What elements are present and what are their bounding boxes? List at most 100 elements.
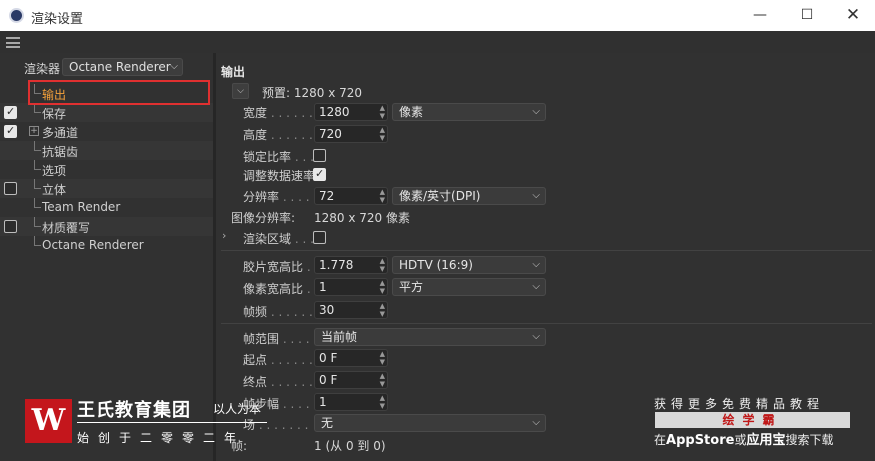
tree-connector [34, 160, 41, 170]
expand-plus-icon[interactable]: + [29, 126, 39, 136]
frame-rate-input[interactable]: 30 ▲ ▼ [314, 301, 388, 319]
tree-item-save[interactable]: 保存 [0, 103, 213, 122]
lock-ratio-label-text: 锁定比率 [243, 150, 292, 164]
pixel-aspect-value: 1 [319, 280, 327, 294]
leader-dots: . . . . [279, 332, 310, 346]
watermark-brand-banner: 绘学霸 [655, 412, 850, 428]
width-label-text: 宽度 [243, 106, 268, 120]
end-frame-value: 0 F [319, 373, 338, 387]
spinner-arrows-icon[interactable]: ▲ ▼ [380, 104, 385, 120]
download-app: 应用宝 [746, 433, 786, 448]
image-resolution-label: 图像分辨率: [231, 211, 296, 225]
render-region-label: 渲染区域 . . . [243, 230, 314, 247]
download-suffix: 搜索下载 [785, 433, 834, 447]
tree-item-multipass[interactable]: + 多通道 [0, 122, 213, 141]
resolution-unit-dropdown[interactable]: 像素/英寸(DPI) ⌵ [392, 187, 546, 205]
renderer-dropdown[interactable]: Octane Renderer ⌵ [62, 58, 183, 76]
tree-item-stereo[interactable]: 立体 [0, 179, 213, 198]
leader-dots: . . . . [279, 397, 310, 411]
frame-range-label: 帧范围 . . . . [243, 330, 310, 347]
hamburger-menu-icon[interactable] [6, 37, 20, 48]
tree-connector [34, 236, 41, 246]
spinner-arrows-icon[interactable]: ▲ ▼ [380, 257, 385, 273]
pixel-aspect-input[interactable]: 1 ▲ ▼ [314, 278, 388, 296]
lock-ratio-label: 锁定比率 . . . [243, 148, 314, 165]
resolution-label-text: 分辨率 [243, 190, 280, 204]
tree-item-label: 材质覆写 [42, 221, 91, 235]
render-region-label-text: 渲染区域 [243, 232, 292, 246]
film-aspect-preset-dropdown[interactable]: HDTV (16:9) ⌵ [392, 256, 546, 274]
watermark-slogan: 以人为本 [213, 402, 262, 416]
close-button[interactable]: ✕ [839, 4, 867, 26]
width-unit-value: 像素 [399, 105, 424, 119]
width-input[interactable]: 1280 ▲ ▼ [314, 103, 388, 121]
leader-dots: . . . [291, 150, 314, 164]
film-aspect-preset-value: HDTV (16:9) [399, 258, 473, 272]
spinner-arrows-icon[interactable]: ▲ ▼ [380, 350, 385, 366]
film-aspect-label-text: 胶片宽高比 [243, 260, 304, 274]
end-frame-input[interactable]: 0 F ▲ ▼ [314, 371, 388, 389]
divider [221, 250, 872, 251]
frame-range-value: 当前帧 [321, 330, 358, 344]
frame-rate-label-text: 帧频 [243, 305, 268, 319]
divider [221, 323, 872, 324]
chevron-down-icon: ⌵ [170, 61, 178, 72]
tree-item-material-override[interactable]: 材质覆写 [0, 217, 213, 236]
stereo-enable-checkbox[interactable] [4, 182, 17, 195]
film-aspect-input[interactable]: 1.778 ▲ ▼ [314, 256, 388, 274]
tree-item-options[interactable]: 选项 [0, 160, 213, 179]
spinner-arrows-icon[interactable]: ▲ ▼ [380, 394, 385, 410]
frame-range-dropdown[interactable]: 当前帧 ⌵ [314, 328, 546, 346]
chevron-down-icon: ⌵ [237, 86, 244, 96]
height-value: 720 [319, 127, 342, 141]
preset-dropdown-button[interactable]: ⌵ [232, 83, 249, 99]
spinner-arrows-icon[interactable]: ▲ ▼ [380, 126, 385, 142]
spinner-arrows-icon[interactable]: ▲ ▼ [380, 302, 385, 318]
minimize-button[interactable]: — [746, 4, 774, 26]
fields-dropdown[interactable]: 无 ⌵ [314, 414, 546, 432]
adjust-data-rate-checkbox[interactable] [313, 167, 326, 181]
start-frame-input[interactable]: 0 F ▲ ▼ [314, 349, 388, 367]
frame-step-input[interactable]: 1 ▲ ▼ [314, 393, 388, 411]
film-aspect-label: 胶片宽高比 . [243, 258, 311, 275]
tree-item-team-render[interactable]: Team Render [0, 198, 213, 217]
tree-item-label: 多通道 [42, 126, 79, 140]
width-value: 1280 [319, 105, 350, 119]
lock-ratio-checkbox[interactable] [313, 149, 326, 162]
maximize-button[interactable]: ☐ [793, 4, 821, 26]
leader-dots: . . . . [279, 190, 310, 204]
frame-rate-value: 30 [319, 303, 335, 317]
width-unit-dropdown[interactable]: 像素 ⌵ [392, 103, 546, 121]
spinner-arrows-icon[interactable]: ▲ ▼ [380, 279, 385, 295]
resolution-input[interactable]: 72 ▲ ▼ [314, 187, 388, 205]
chevron-right-icon[interactable]: › [222, 229, 226, 242]
height-input[interactable]: 720 ▲ ▼ [314, 125, 388, 143]
multipass-enable-checkbox[interactable] [4, 124, 17, 138]
tree-item-label: 抗锯齿 [42, 145, 79, 159]
spinner-arrows-icon[interactable]: ▲ ▼ [380, 188, 385, 204]
render-region-checkbox[interactable] [313, 231, 326, 244]
film-aspect-value: 1.778 [319, 258, 354, 272]
tree-connector [34, 198, 41, 208]
chevron-down-icon: ⌵ [532, 331, 540, 342]
school-logo: W [25, 399, 72, 443]
frames-value: 1 (从 0 到 0) [314, 439, 386, 453]
material-override-checkbox[interactable] [4, 220, 17, 233]
resolution-label: 分辨率 . . . . [243, 188, 310, 205]
title-bar: 渲染设置 — ☐ ✕ [0, 0, 875, 31]
tree-item-antialiasing[interactable]: 抗锯齿 [0, 141, 213, 160]
tree-connector [34, 179, 41, 189]
spinner-arrows-icon[interactable]: ▲ ▼ [380, 372, 385, 388]
adjust-data-rate-label: 调整数据速率 [243, 169, 316, 183]
pixel-aspect-label: 像素宽高比 . [243, 280, 311, 297]
tree-item-label: Team Render [42, 200, 121, 214]
leader-dots: . . . . . . [267, 375, 313, 389]
window-title: 渲染设置 [31, 12, 84, 27]
tree-item-label: 保存 [42, 107, 67, 121]
download-or: 或 [734, 433, 747, 447]
pixel-aspect-preset-dropdown[interactable]: 平方 ⌵ [392, 278, 546, 296]
save-enable-checkbox[interactable] [4, 105, 17, 119]
height-label: 高度 . . . . . . [243, 126, 313, 143]
tree-item-octane-renderer[interactable]: Octane Renderer [0, 236, 213, 255]
download-prefix: 在 [654, 433, 667, 447]
